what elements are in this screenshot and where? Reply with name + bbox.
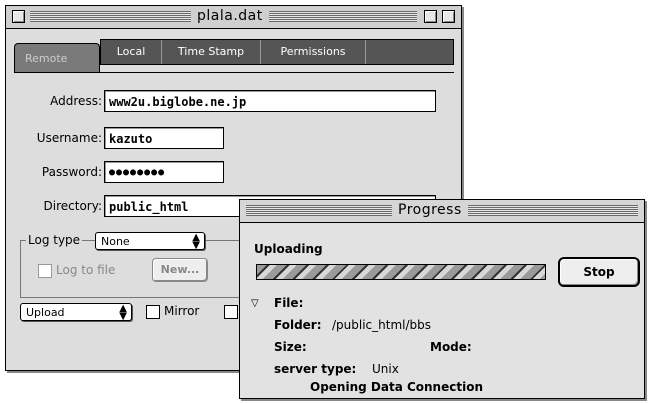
tab-permissions[interactable]: Permissions <box>261 40 366 64</box>
directory-label: Directory: <box>43 199 102 213</box>
window-title: plala.dat <box>191 8 269 24</box>
tab-bar: Local Time Stamp Permissions Remote <box>14 39 454 73</box>
address-field[interactable]: www2u.biglobe.ne.jp <box>104 90 436 112</box>
mode-value: Upload <box>26 306 65 319</box>
tab-panel-border <box>14 72 454 73</box>
tab-local[interactable]: Local <box>101 40 162 64</box>
folder-label: Folder: <box>274 318 322 332</box>
tab-strip: Local Time Stamp Permissions <box>100 39 454 65</box>
tab-time-stamp[interactable]: Time Stamp <box>162 40 261 64</box>
tab-remote[interactable]: Remote <box>14 43 100 73</box>
folder-value: /public_html/bbs <box>332 318 432 332</box>
progress-title: Progress <box>392 202 468 218</box>
zoom-box[interactable] <box>424 10 437 23</box>
close-box[interactable] <box>12 10 25 23</box>
address-label: Address: <box>50 94 102 108</box>
password-field[interactable]: ●●●●●●●● <box>104 161 224 183</box>
log-to-file-checkbox[interactable] <box>38 264 52 278</box>
new-log-button[interactable]: New... <box>152 258 208 282</box>
server-type-label: server type: <box>274 362 357 376</box>
connection-message: Opening Data Connection <box>310 380 483 394</box>
stop-button[interactable]: Stop <box>558 257 640 287</box>
file-label: File: <box>274 296 304 310</box>
mode-label: Mode: <box>430 340 472 354</box>
log-type-popup[interactable]: None ▲ ▼ <box>95 232 205 251</box>
mode-popup[interactable]: Upload ▲ ▼ <box>20 303 132 322</box>
progress-bar <box>256 264 546 280</box>
disclosure-triangle-icon[interactable]: ▽ <box>251 298 259 309</box>
progress-titlebar[interactable]: Progress <box>240 200 644 223</box>
main-titlebar[interactable]: plala.dat <box>6 6 461 29</box>
mirror-checkbox[interactable] <box>146 305 160 319</box>
mirror-label: Mirror <box>164 304 200 318</box>
log-to-file-label: Log to file <box>56 263 116 277</box>
password-label: Password: <box>41 165 102 179</box>
updown-arrows-icon: ▲ ▼ <box>192 232 200 251</box>
server-type-value: Unix <box>372 362 399 376</box>
username-field[interactable]: kazuto <box>104 127 224 149</box>
status-text: Uploading <box>254 242 323 256</box>
log-type-value: None <box>101 235 130 248</box>
progress-window: Progress Uploading Stop ▽ File: Folder: … <box>239 199 645 399</box>
updown-arrows-icon: ▲ ▼ <box>119 303 127 322</box>
log-type-label: Log type <box>26 233 83 247</box>
option-checkbox[interactable] <box>224 305 238 319</box>
username-label: Username: <box>36 131 102 145</box>
collapse-box[interactable] <box>442 10 455 23</box>
size-label: Size: <box>274 340 307 354</box>
